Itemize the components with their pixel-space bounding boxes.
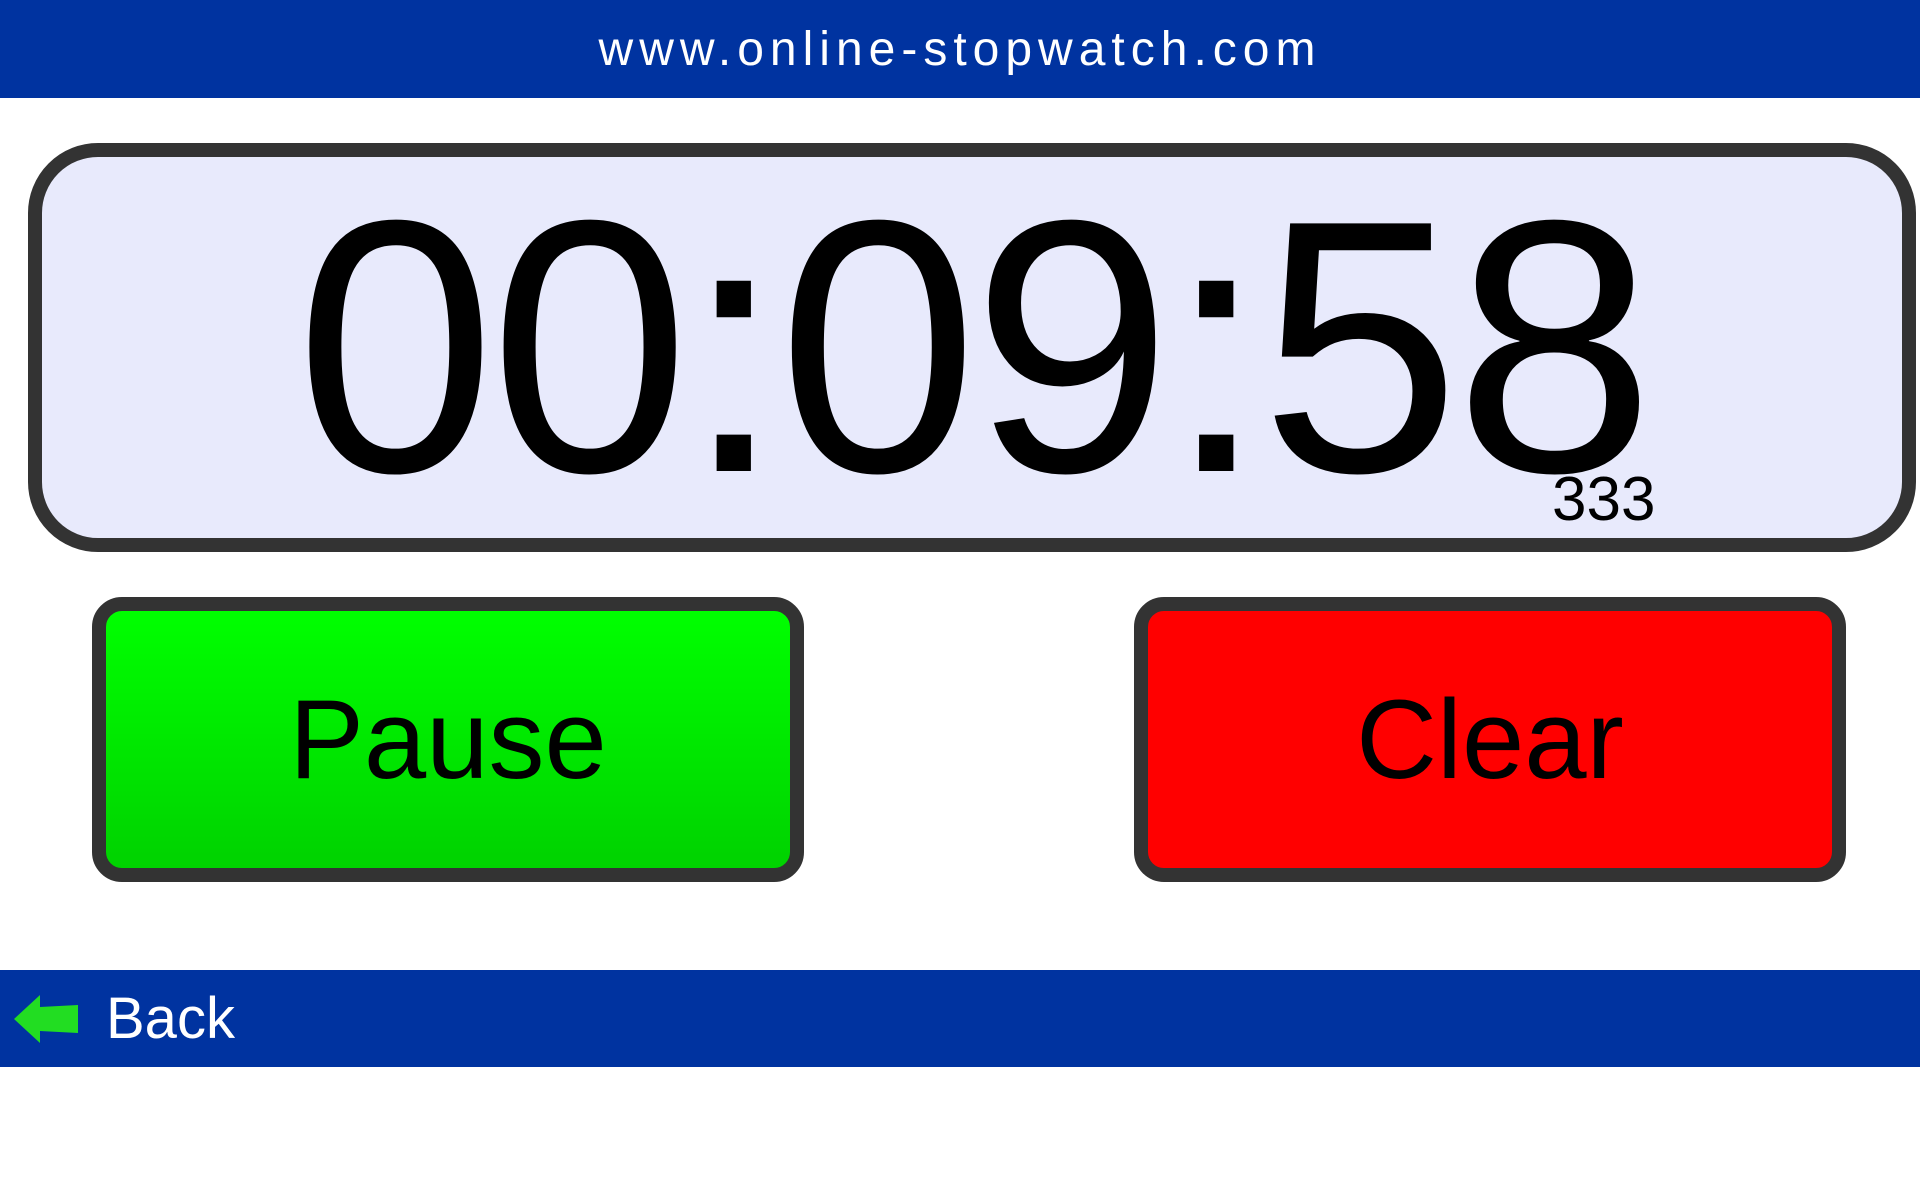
site-title: www.online-stopwatch.com	[598, 23, 1322, 76]
back-link[interactable]: Back	[12, 970, 235, 1067]
stopwatch-page: www.online-stopwatch.com 00:09:58 333 Pa…	[0, 0, 1920, 1200]
header-bar: www.online-stopwatch.com	[0, 0, 1920, 98]
pause-button[interactable]: Pause	[92, 597, 804, 882]
clear-button[interactable]: Clear	[1134, 597, 1846, 882]
pause-button-label: Pause	[289, 676, 607, 802]
milliseconds-readout: 333	[1552, 465, 1656, 534]
back-arrow-icon	[12, 991, 82, 1047]
clear-button-label: Clear	[1356, 676, 1624, 802]
stopwatch-display: 00:09:58 333	[28, 143, 1916, 552]
footer-bar: Back	[0, 970, 1920, 1067]
back-label: Back	[106, 985, 235, 1051]
